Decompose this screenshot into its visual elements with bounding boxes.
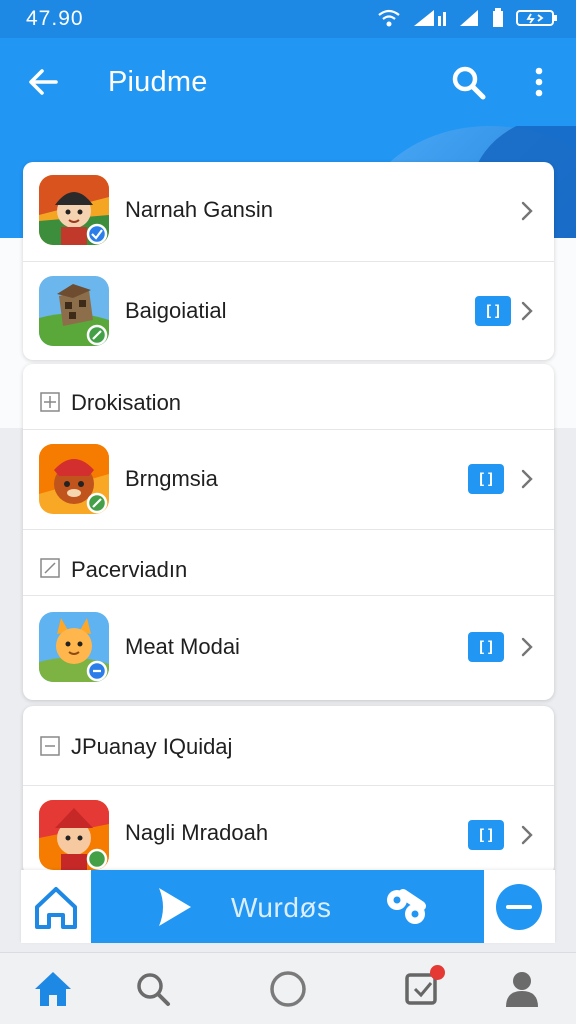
section-header: Pacerviadın (23, 530, 554, 596)
battery-icon (516, 10, 557, 26)
edit-icon (40, 558, 60, 578)
profile-icon[interactable] (498, 965, 546, 1013)
game-title: Narnah Gansin (125, 197, 273, 222)
chevron-right-icon[interactable] (517, 824, 537, 846)
battery-small-icon (493, 8, 503, 27)
circle-icon[interactable] (264, 965, 312, 1013)
search-icon[interactable] (446, 60, 490, 104)
status-bar: 47.90 (0, 0, 576, 38)
game-icon (39, 276, 109, 346)
signal-icon-2 (460, 10, 478, 26)
home-icon[interactable] (21, 870, 91, 943)
chevron-right-icon[interactable] (517, 468, 537, 490)
section-header: Drokisation (23, 364, 554, 430)
more-vert-icon[interactable] (522, 60, 556, 104)
game-title: Baigoiatial (125, 298, 227, 323)
play-icon[interactable] (147, 882, 197, 932)
app-bar: Piudme (0, 38, 576, 126)
status-time: 47.90 (26, 7, 84, 30)
section-title: Drokisation (71, 390, 182, 415)
game-icon (39, 800, 109, 870)
status-badge[interactable]: [] (475, 296, 511, 326)
wifi-icon (378, 9, 400, 27)
game-icon (39, 444, 109, 514)
signal-icon (414, 10, 446, 26)
game-title: Brngmsia (125, 466, 218, 491)
checkbox-icon[interactable] (40, 736, 60, 756)
game-icon (39, 175, 109, 245)
play-bar[interactable]: Wurdøs (91, 870, 484, 943)
list-item[interactable]: Nagli Mradoah [] (23, 786, 554, 876)
page-title: Piudme (108, 66, 208, 98)
journey-card: JPuanay IQuidaj Nagli Mradoah [] (23, 706, 554, 876)
back-arrow-icon[interactable] (22, 60, 66, 104)
game-title: Meat Modai (125, 634, 240, 659)
list-item[interactable]: Narnah Gansin (23, 162, 554, 262)
section-header: JPuanay IQuidaj (23, 706, 554, 786)
section-title: JPuanay IQuidaj (71, 734, 233, 759)
status-badge[interactable]: [] (468, 464, 504, 494)
section-title: Pacerviadın (71, 557, 188, 582)
minus-icon[interactable] (494, 882, 544, 932)
sections-card: Drokisation Brngmsia [] Pacerviadın Meat… (23, 364, 554, 700)
bottom-nav (0, 952, 576, 1024)
search-icon[interactable] (129, 965, 177, 1013)
game-icon (39, 612, 109, 682)
notification-icon[interactable] (399, 965, 447, 1013)
action-bar-label[interactable]: Wurdøs (231, 892, 332, 924)
chevron-right-icon[interactable] (517, 200, 537, 222)
chevron-right-icon[interactable] (517, 300, 537, 322)
list-item[interactable]: Brngmsia [] (23, 430, 554, 530)
action-bar: Wurdøs (21, 870, 555, 943)
game-title: Nagli Mradoah (125, 820, 269, 845)
gamepad-icon[interactable] (381, 884, 431, 930)
move-icon (40, 392, 60, 412)
status-badge[interactable]: [] (468, 820, 504, 850)
notification-dot (430, 965, 445, 980)
list-item[interactable]: Meat Modai [] (23, 596, 554, 700)
status-badge[interactable]: [] (468, 632, 504, 662)
chevron-right-icon[interactable] (517, 636, 537, 658)
home-icon[interactable] (29, 965, 77, 1013)
games-card: Narnah Gansin Baigoiatial [] (23, 162, 554, 360)
status-icons (378, 8, 558, 28)
list-item[interactable]: Baigoiatial [] (23, 262, 554, 360)
